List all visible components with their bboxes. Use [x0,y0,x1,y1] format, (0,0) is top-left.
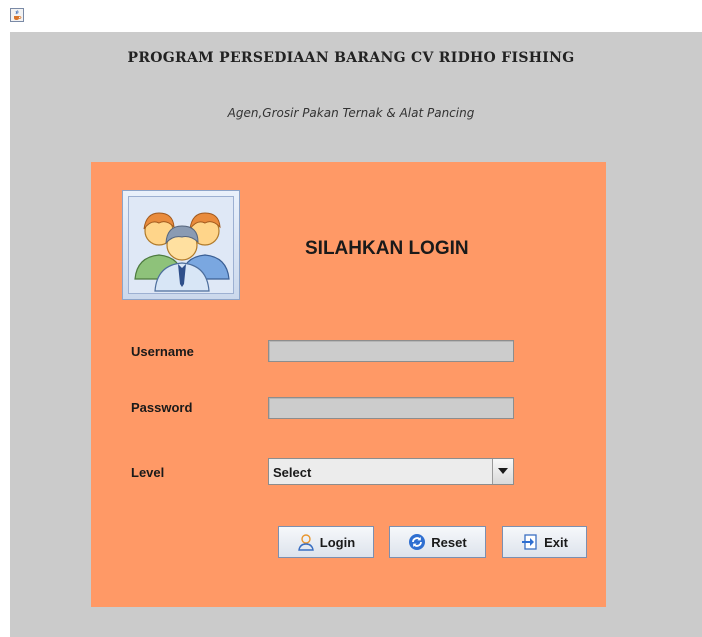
app-title: PROGRAM PERSEDIAAN BARANG CV RIDHO FISHI… [127,50,575,66]
username-field[interactable] [268,340,514,362]
exit-button-label: Exit [544,534,568,550]
level-select[interactable]: Select [268,458,514,485]
avatar [122,190,240,300]
level-label: Level [131,465,165,480]
java-cup-icon [10,8,24,22]
reset-button[interactable]: Reset [389,526,486,558]
title-bar [0,0,702,32]
password-field[interactable] [268,397,514,419]
chevron-down-icon [498,468,508,474]
users-group-icon [128,196,234,294]
password-label: Password [131,400,193,415]
dropdown-arrow-button[interactable] [492,459,513,484]
user-icon [297,533,315,551]
login-button-label: Login [319,534,356,550]
exit-button[interactable]: Exit [502,526,587,558]
level-select-value: Select [273,465,312,480]
reset-button-label: Reset [431,534,467,550]
exit-icon [521,533,539,551]
login-heading: SILAHKAN LOGIN [305,238,469,259]
main-content: PROGRAM PERSEDIAAN BARANG CV RIDHO FISHI… [10,32,702,637]
app-window: PROGRAM PERSEDIAAN BARANG CV RIDHO FISHI… [0,0,702,637]
login-panel: SILAHKAN LOGIN Username Password Level S… [91,162,606,607]
username-label: Username [131,344,194,359]
refresh-icon [408,533,426,551]
login-button[interactable]: Login [278,526,374,558]
app-subtitle: Agen,Grosir Pakan Ternak & Alat Pancing [227,106,475,120]
